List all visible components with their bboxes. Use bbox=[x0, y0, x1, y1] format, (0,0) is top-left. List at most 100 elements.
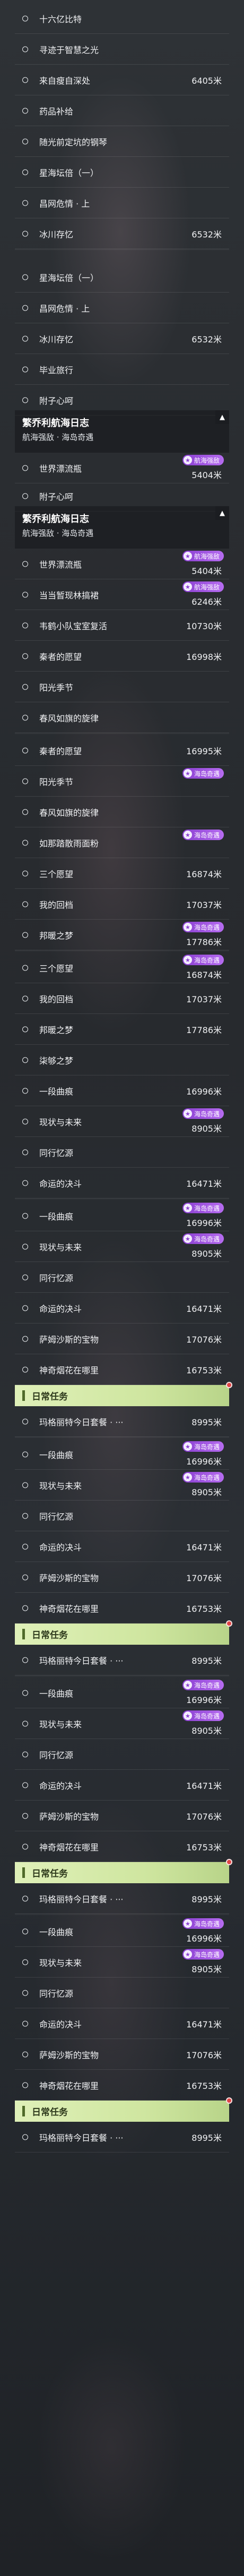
star-badge-icon: ★ bbox=[183, 769, 192, 778]
list-item[interactable]: 春风如旗的旋律 bbox=[15, 797, 229, 827]
list-item[interactable]: 萨姆沙斯的宝物 17076米 bbox=[15, 1324, 229, 1354]
list-item[interactable]: 寻迹于智慧之光 bbox=[15, 34, 229, 65]
distance-value: 16471米 bbox=[186, 1178, 222, 1189]
list-item[interactable]: 我的回档 17037米 bbox=[15, 983, 229, 1014]
list-item[interactable]: 现状与未来 8905米 ★ 海岛奇遇 bbox=[15, 1231, 229, 1262]
list-item[interactable]: 星海坛倍（一） bbox=[15, 157, 229, 188]
list-item-label: 萨姆沙斯的宝物 bbox=[39, 1334, 99, 1345]
list-item[interactable]: 命运的决斗 16471米 bbox=[15, 1168, 229, 1198]
list-item[interactable]: 一段曲痕 16996米 ★ 海岛奇遇 bbox=[15, 1201, 229, 1231]
distance-value: 16471米 bbox=[186, 1780, 222, 1791]
list-item[interactable]: 三个愿望 16874米 bbox=[15, 858, 229, 889]
list-item[interactable]: 邦暖之梦 17786米 bbox=[15, 1014, 229, 1045]
list-item[interactable]: 玛格丽特今日套餐 · ··· 8995米 bbox=[15, 2122, 229, 2152]
section-divider bbox=[15, 1198, 229, 1199]
list-item[interactable]: 世界漂流瓶 5404米 ★ 航海强敌 bbox=[15, 453, 229, 483]
list-item[interactable]: 冰川存忆 6532米 bbox=[15, 218, 229, 249]
list-item[interactable]: 同行忆源 bbox=[15, 1137, 229, 1168]
star-badge-icon: ★ bbox=[183, 456, 192, 464]
daily-task-header[interactable]: 日常任务 bbox=[15, 1620, 232, 1645]
list-item[interactable]: 毕业旅行 bbox=[15, 354, 229, 385]
list-item[interactable]: 神奇烟花在哪里 16753米 bbox=[15, 2070, 229, 2101]
ring-icon bbox=[22, 1574, 28, 1580]
chevron-up-icon[interactable]: ▲ bbox=[215, 410, 229, 424]
list-item[interactable]: 同行忆源 bbox=[15, 1501, 229, 1531]
ring-icon bbox=[22, 397, 28, 403]
section-header[interactable]: 繁乔利航海日志 航海强敌 · 海岛奇遇 ▲ bbox=[15, 506, 229, 549]
list-item[interactable]: 一段曲痕 16996米 bbox=[15, 1075, 229, 1106]
list-item-label: 昌网危情 · 上 bbox=[39, 198, 90, 209]
list-item[interactable]: 冰川存忆 6532米 bbox=[15, 323, 229, 354]
list-item[interactable]: 命运的决斗 16471米 bbox=[15, 1293, 229, 1324]
list-item[interactable]: 一段曲痕 16996米 ★ 海岛奇遇 bbox=[15, 1678, 229, 1708]
list-item[interactable]: 现状与未来 8905米 ★ 海岛奇遇 bbox=[15, 1947, 229, 1978]
chevron-up-icon[interactable]: ▲ bbox=[215, 506, 229, 520]
list-item-label: 冰川存忆 bbox=[39, 334, 74, 345]
list-item-label: 秦者的愿望 bbox=[39, 651, 82, 662]
list-item[interactable]: 现状与未来 8905米 ★ 海岛奇遇 bbox=[15, 1470, 229, 1501]
list-item[interactable]: 萨姆沙斯的宝物 17076米 bbox=[15, 1562, 229, 1593]
list-item-label: 同行忆源 bbox=[39, 1511, 74, 1522]
list-item[interactable]: 萨姆沙斯的宝物 17076米 bbox=[15, 1801, 229, 1831]
list-item[interactable]: 邦暖之梦 17786米 ★ 海岛奇遇 bbox=[15, 920, 229, 950]
list-item[interactable]: 我的回档 17037米 bbox=[15, 889, 229, 920]
list-item[interactable]: 命运的决斗 16471米 bbox=[15, 2008, 229, 2039]
list-item[interactable]: 阳光季节 ★ 海岛奇遇 bbox=[15, 766, 229, 797]
list-item-label: 冰川存忆 bbox=[39, 229, 74, 240]
list-item[interactable]: 当当暂现林搞裙 6246米 ★ 航海强敌 bbox=[15, 579, 229, 610]
distance-value: 16998米 bbox=[186, 651, 222, 662]
daily-task-header[interactable]: 日常任务 bbox=[15, 1382, 232, 1406]
list-item[interactable]: 阳光季节 bbox=[15, 672, 229, 702]
list-item[interactable]: 秦者的愿望 16998米 bbox=[15, 641, 229, 672]
list-item[interactable]: 现状与未来 8905米 ★ 海岛奇遇 bbox=[15, 1708, 229, 1739]
section-header[interactable]: 繁乔利航海日志 航海强敌 · 海岛奇遇 ▲ bbox=[15, 410, 229, 453]
ring-icon bbox=[22, 622, 28, 628]
list-item[interactable]: 同行忆源 bbox=[15, 1739, 229, 1770]
list-item[interactable]: 秦者的愿望 16995米 bbox=[15, 735, 229, 766]
list-item[interactable]: 一段曲痕 16996米 ★ 海岛奇遇 bbox=[15, 1916, 229, 1947]
star-badge-icon: ★ bbox=[183, 923, 192, 931]
tag-badge-label: 海岛奇遇 bbox=[194, 831, 220, 839]
daily-task-header[interactable]: 日常任务 bbox=[15, 1859, 232, 1883]
tag-badge-label: 海岛奇遇 bbox=[194, 923, 220, 931]
list-item[interactable]: 命运的决斗 16471米 bbox=[15, 1770, 229, 1801]
list-item-label: 随光前定坑的钢琴 bbox=[39, 137, 108, 147]
list-item[interactable]: 神奇烟花在哪里 16753米 bbox=[15, 1831, 229, 1862]
list-item[interactable]: 一段曲痕 16996米 ★ 海岛奇遇 bbox=[15, 1439, 229, 1470]
list-item[interactable]: 玛格丽特今日套餐 · ··· 8995米 bbox=[15, 1406, 229, 1437]
list-item[interactable]: 玛格丽特今日套餐 · ··· 8995米 bbox=[15, 1883, 229, 1914]
distance-value: 6246米 bbox=[191, 597, 222, 607]
list-item[interactable]: 现状与未来 8905米 ★ 海岛奇遇 bbox=[15, 1106, 229, 1137]
list-item[interactable]: 韦鹤小队宝室复活 10730米 bbox=[15, 610, 229, 641]
list-item[interactable]: 春风如旗的旋律 bbox=[15, 702, 229, 733]
list-item[interactable]: 同行忆源 bbox=[15, 1262, 229, 1293]
star-badge-icon: ★ bbox=[183, 1473, 192, 1481]
tag-badge-label: 海岛奇遇 bbox=[194, 1712, 220, 1720]
list-item[interactable]: 萨姆沙斯的宝物 17076米 bbox=[15, 2039, 229, 2070]
list-item[interactable]: 柒够之梦 bbox=[15, 1045, 229, 1075]
list-item[interactable]: 世界漂流瓶 5404米 ★ 航海强敌 bbox=[15, 549, 229, 579]
list-item[interactable]: 昌网危情 · 上 bbox=[15, 188, 229, 218]
list-item[interactable]: 三个愿望 16874米 ★ 海岛奇遇 bbox=[15, 952, 229, 983]
list-item-label: 当当暂现林搞裙 bbox=[39, 590, 99, 601]
list-item[interactable]: 神奇烟花在哪里 16753米 bbox=[15, 1593, 229, 1624]
list-item[interactable]: 星海坛倍（一） bbox=[15, 262, 229, 293]
list-item[interactable]: 药品补给 bbox=[15, 95, 229, 126]
list-item-label: 玛格丽特今日套餐 · ··· bbox=[39, 1655, 124, 1666]
list-item-label: 药品补给 bbox=[39, 106, 74, 117]
list-item-label: 神奇烟花在哪里 bbox=[39, 1603, 99, 1614]
list-item[interactable]: 如那踏散雨面粉 ★ 海岛奇遇 bbox=[15, 827, 229, 858]
daily-task-header[interactable]: 日常任务 bbox=[15, 2097, 232, 2122]
list-item[interactable]: 命运的决斗 16471米 bbox=[15, 1531, 229, 1562]
list-item[interactable]: 来自瘦自深处 6405米 bbox=[15, 65, 229, 95]
list-item-label: 一段曲痕 bbox=[39, 1086, 74, 1097]
list-item[interactable]: 同行忆源 bbox=[15, 1978, 229, 2008]
ring-icon bbox=[22, 870, 28, 876]
list-item[interactable]: 十六亿比特 bbox=[15, 3, 229, 34]
list-item[interactable]: 神奇烟花在哪里 16753米 bbox=[15, 1354, 229, 1385]
list-item[interactable]: 昌网危情 · 上 bbox=[15, 293, 229, 323]
list-item[interactable]: 玛格丽特今日套餐 · ··· 8995米 bbox=[15, 1645, 229, 1675]
tag-badge-label: 航海强敌 bbox=[194, 456, 220, 464]
list-item-label: 一段曲痕 bbox=[39, 1688, 74, 1699]
list-item[interactable]: 随光前定坑的钢琴 bbox=[15, 126, 229, 157]
